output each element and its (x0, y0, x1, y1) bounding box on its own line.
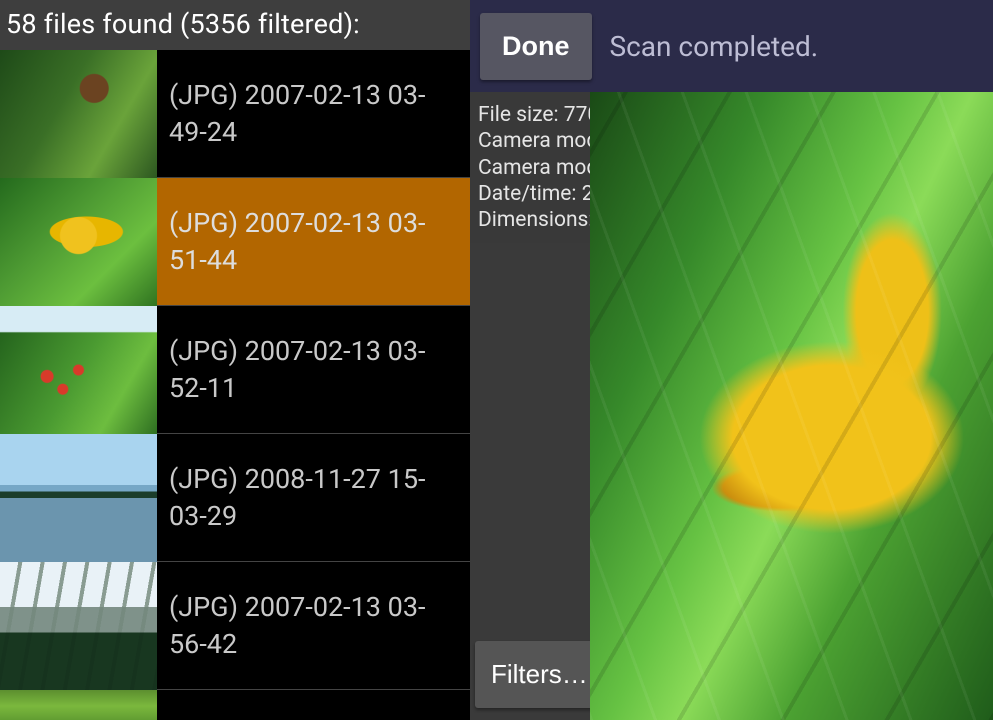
file-thumbnail (0, 434, 157, 562)
preview-area: File size: 770247 bytes Camera model: CY… (470, 92, 993, 720)
file-row[interactable]: (JPG) 2007-02-13 03-51-44 (0, 178, 470, 306)
scan-status-text: Scan completed. (610, 30, 819, 63)
done-button[interactable]: Done (480, 13, 592, 80)
file-thumbnail (0, 178, 157, 306)
file-label: (JPG) 2007-02-13 03-52-11 (157, 333, 470, 406)
filters-button[interactable]: Filters… (475, 641, 604, 708)
file-row[interactable] (0, 690, 470, 720)
file-label: (JPG) 2008-11-27 15-03-29 (157, 461, 470, 534)
file-list-panel: 58 files found (5356 filtered): (JPG) 20… (0, 0, 470, 720)
file-thumbnail (0, 562, 157, 690)
file-label: (JPG) 2007-02-13 03-56-42 (157, 589, 470, 662)
file-list[interactable]: (JPG) 2007-02-13 03-49-24 (JPG) 2007-02-1… (0, 50, 470, 720)
results-status: 58 files found (5356 filtered): (0, 0, 470, 50)
top-bar: Done Scan completed. (470, 0, 993, 92)
preview-image[interactable] (590, 92, 993, 720)
file-label: (JPG) 2007-02-13 03-49-24 (157, 77, 470, 150)
file-thumbnail (0, 50, 157, 178)
file-row[interactable]: (JPG) 2007-02-13 03-52-11 (0, 306, 470, 434)
file-row[interactable]: (JPG) 2008-11-27 15-03-29 (0, 434, 470, 562)
file-row[interactable]: (JPG) 2007-02-13 03-49-24 (0, 50, 470, 178)
file-thumbnail (0, 690, 157, 720)
preview-panel: Done Scan completed. File size: 770247 b… (470, 0, 993, 720)
file-thumbnail (0, 306, 157, 434)
file-label: (JPG) 2007-02-13 03-51-44 (157, 205, 470, 278)
preview-gutter: File size: 770247 bytes Camera model: CY… (470, 92, 590, 720)
file-row[interactable]: (JPG) 2007-02-13 03-56-42 (0, 562, 470, 690)
